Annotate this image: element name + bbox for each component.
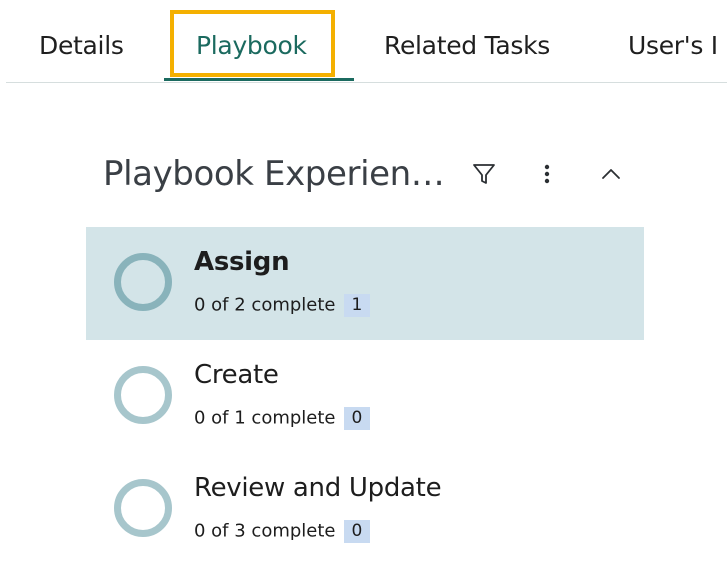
progress-ring-icon	[114, 253, 172, 311]
active-tab-indicator	[164, 78, 354, 81]
stage-progress: 0 of 2 complete 1	[194, 294, 371, 317]
chevron-up-icon[interactable]	[597, 160, 625, 188]
stage-review-and-update[interactable]: Review and Update 0 of 3 complete 0	[86, 453, 644, 566]
count-badge: 0	[343, 520, 371, 543]
progress-text: 0 of 1 complete	[194, 407, 336, 429]
count-badge: 1	[343, 294, 371, 317]
filter-icon[interactable]	[470, 160, 498, 188]
playbook-section-header: Playbook Experien…	[103, 152, 643, 200]
tab-users-info[interactable]: User's I	[628, 31, 718, 60]
playbook-stage-list: Assign 0 of 2 complete 1 Create 0 of 1 co…	[86, 227, 644, 566]
progress-ring-icon	[114, 479, 172, 537]
stage-name: Assign	[194, 247, 290, 277]
stage-name: Review and Update	[194, 473, 442, 503]
progress-text: 0 of 3 complete	[194, 520, 336, 542]
tab-details[interactable]: Details	[39, 31, 124, 60]
stage-progress: 0 of 1 complete 0	[194, 407, 371, 430]
tab-related-tasks[interactable]: Related Tasks	[384, 31, 550, 60]
stage-create[interactable]: Create 0 of 1 complete 0	[86, 340, 644, 453]
tab-playbook[interactable]: Playbook	[196, 31, 307, 60]
stage-assign[interactable]: Assign 0 of 2 complete 1	[86, 227, 644, 340]
section-title: Playbook Experien…	[103, 154, 445, 194]
progress-ring-icon	[114, 366, 172, 424]
more-vertical-icon[interactable]	[533, 160, 561, 188]
tab-bar: Details Playbook Related Tasks User's I	[6, 0, 727, 83]
stage-progress: 0 of 3 complete 0	[194, 520, 371, 543]
stage-name: Create	[194, 360, 279, 390]
count-badge: 0	[343, 407, 371, 430]
progress-text: 0 of 2 complete	[194, 294, 336, 316]
